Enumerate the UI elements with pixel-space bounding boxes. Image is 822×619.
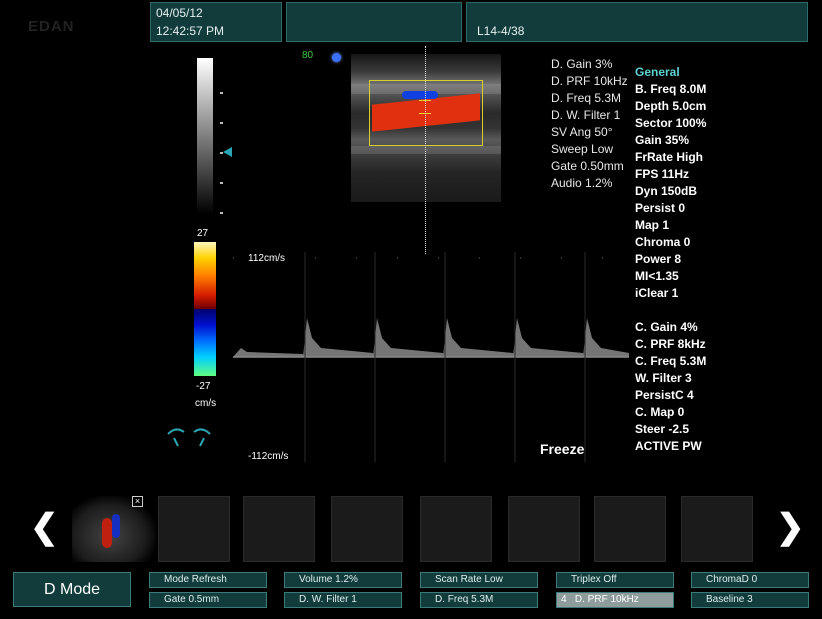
focus-marker-icon: [223, 147, 232, 157]
brand-logo: EDAN: [28, 18, 75, 35]
color-flow-blue: [402, 91, 438, 99]
general-param: FrRate High: [635, 150, 704, 164]
doppler-spectrum: [233, 252, 629, 462]
doppler-params-list: D. Gain 3% D. PRF 10kHz D. Freq 5.3M D. …: [551, 56, 628, 192]
status-dot-icon: [332, 53, 341, 62]
header-time: 12:42:57 PM: [156, 24, 225, 38]
doppler-bottom-velocity: -112cm/s: [248, 451, 289, 462]
thumbnail-slot[interactable]: [594, 496, 666, 562]
d-freq-button[interactable]: D. Freq 5.3M: [420, 592, 538, 608]
thumbnail-slot[interactable]: [331, 496, 403, 562]
doppler-param: D. PRF 10kHz: [551, 74, 628, 88]
header-probe: L14-4/38: [477, 24, 525, 38]
general-param: FPS 11Hz: [635, 167, 690, 181]
doppler-param: Audio 1.2%: [551, 176, 613, 190]
doppler-top-velocity: 112cm/s: [248, 253, 286, 264]
header-blank-panel: [286, 2, 462, 42]
thumbnail-slot[interactable]: [158, 496, 230, 562]
thumbnails-next-button[interactable]: ❯: [776, 510, 805, 544]
color-scale-unit: cm/s: [195, 398, 217, 409]
general-param: Dyn 150dB: [635, 184, 698, 198]
color-param: W. Filter 3: [635, 371, 692, 385]
doppler-param: D. Freq 5.3M: [551, 91, 622, 105]
chromad-button[interactable]: ChromaD 0: [691, 572, 809, 588]
d-prf-button[interactable]: 4 D. PRF 10kHz: [556, 592, 674, 608]
freeze-status: Freeze: [540, 441, 585, 457]
header-probe-panel: L14-4/38: [466, 2, 808, 42]
general-param: Persist 0: [635, 201, 686, 215]
dw-filter-button[interactable]: D. W. Filter 1: [284, 592, 402, 608]
general-param: Power 8: [635, 252, 682, 266]
header-datetime-panel: 04/05/12 12:42:57 PM: [150, 2, 282, 42]
probe-orientation-icon: [166, 424, 212, 450]
general-param: MI<1.35: [635, 269, 679, 283]
color-param: PersistC 4: [635, 388, 694, 402]
color-param: C. Map 0: [635, 405, 685, 419]
thumbnail-slot[interactable]: [243, 496, 315, 562]
color-param: C. Gain 4%: [635, 320, 698, 334]
thumbnail-close-icon[interactable]: ×: [132, 496, 143, 507]
d-prf-label: D. PRF 10kHz: [574, 594, 639, 605]
doppler-param: D. Gain 3%: [551, 57, 613, 71]
general-param: Map 1: [635, 218, 670, 232]
thumbnail-slot[interactable]: [508, 496, 580, 562]
general-param: Gain 35%: [635, 133, 690, 147]
thumbnail-slot[interactable]: [681, 496, 753, 562]
color-param: C. Freq 5.3M: [635, 354, 707, 368]
baseline-button[interactable]: Baseline 3: [691, 592, 809, 608]
thumbnail-slot[interactable]: [420, 496, 492, 562]
general-param: Chroma 0: [635, 235, 691, 249]
depth-tick-column: [220, 58, 224, 458]
color-param: Steer -2.5: [635, 422, 690, 436]
triplex-button[interactable]: Triplex Off: [556, 572, 674, 588]
doppler-cursor-line: [425, 46, 426, 254]
doppler-param: D. W. Filter 1: [551, 108, 621, 122]
frame-indicator: 80: [302, 50, 314, 61]
general-param: B. Freq 8.0M: [635, 82, 707, 96]
color-scale-top-value: 27: [197, 228, 209, 239]
color-scale-bar: [194, 242, 216, 376]
gate-button[interactable]: Gate 0.5mm: [149, 592, 267, 608]
volume-button[interactable]: Volume 1.2%: [284, 572, 402, 588]
general-param: iClear 1: [635, 286, 679, 300]
general-param: Depth 5.0cm: [635, 99, 707, 113]
thumbnails-prev-button[interactable]: ❮: [30, 510, 59, 544]
general-params-list: General B. Freq 8.0M Depth 5.0cm Sector …: [635, 64, 706, 455]
mode-button[interactable]: D Mode: [13, 572, 131, 607]
scan-rate-button[interactable]: Scan Rate Low: [420, 572, 538, 588]
color-param: ACTIVE PW: [635, 439, 702, 453]
general-heading: General: [635, 65, 680, 79]
header-date: 04/05/12: [156, 6, 203, 20]
doppler-param: SV Ang 50°: [551, 125, 613, 139]
thumbnail-active[interactable]: [72, 496, 156, 562]
mode-refresh-button[interactable]: Mode Refresh: [149, 572, 267, 588]
doppler-param: Gate 0.50mm: [551, 159, 624, 173]
grayscale-bar: [197, 58, 213, 214]
color-scale-bottom-value: -27: [196, 381, 211, 392]
color-param: C. PRF 8kHz: [635, 337, 706, 351]
doppler-param: Sweep Low: [551, 142, 614, 156]
general-param: Sector 100%: [635, 116, 707, 130]
selected-index: 4: [561, 594, 567, 605]
